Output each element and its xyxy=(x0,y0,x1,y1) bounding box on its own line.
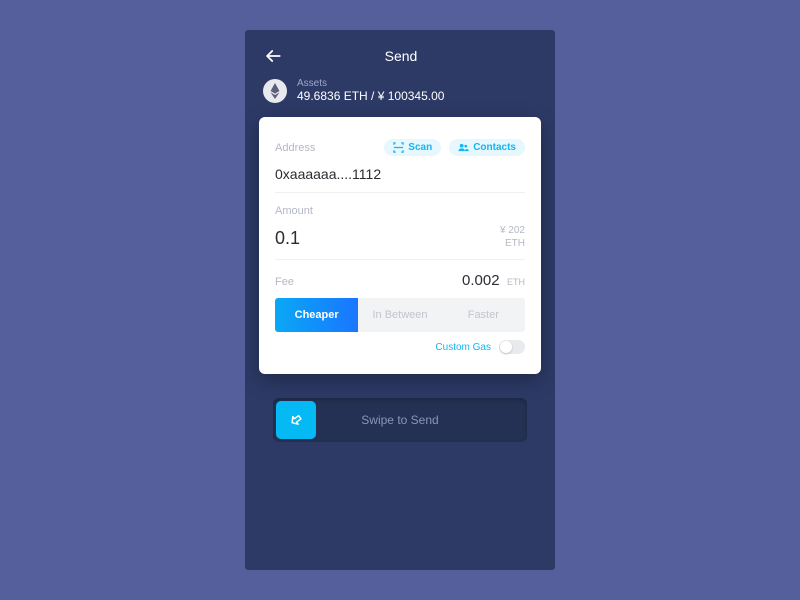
fee-value: 0.002 xyxy=(462,272,500,289)
contacts-icon xyxy=(458,142,469,153)
back-button[interactable] xyxy=(263,46,283,66)
scan-button[interactable]: Scan xyxy=(384,139,441,156)
amount-fiat: ¥ 202 xyxy=(500,225,525,236)
fee-speed-selector: Cheaper In Between Faster xyxy=(275,298,525,332)
address-section: Address Scan Contacts 0xaaaaaa....1112 xyxy=(275,131,525,193)
fee-label: Fee xyxy=(275,276,294,288)
send-screen: Send Assets 49.6836 ETH / ¥ 100345.00 Ad… xyxy=(245,30,555,570)
fee-option-faster[interactable]: Faster xyxy=(442,298,525,332)
page-title: Send xyxy=(289,48,513,64)
fee-section: Fee 0.002 ETH Cheaper In Between Faster … xyxy=(275,260,525,364)
swipe-to-send[interactable]: Swipe to Send xyxy=(273,398,527,442)
contacts-button[interactable]: Contacts xyxy=(449,139,525,156)
assets-value: 49.6836 ETH / ¥ 100345.00 xyxy=(297,89,444,103)
fee-option-inbetween[interactable]: In Between xyxy=(358,298,441,332)
ethereum-icon xyxy=(263,79,287,103)
assets-row: Assets 49.6836 ETH / ¥ 100345.00 xyxy=(245,78,555,117)
custom-gas-label: Custom Gas xyxy=(435,342,491,353)
header: Send xyxy=(245,30,555,78)
amount-label: Amount xyxy=(275,205,313,217)
assets-label: Assets xyxy=(297,78,444,89)
contacts-label: Contacts xyxy=(473,142,516,153)
address-input[interactable]: 0xaaaaaa....1112 xyxy=(275,166,525,182)
fee-option-cheaper[interactable]: Cheaper xyxy=(275,298,358,332)
swipe-label: Swipe to Send xyxy=(273,413,527,427)
amount-section: Amount 0.1 ¥ 202 ETH xyxy=(275,193,525,260)
custom-gas-toggle[interactable] xyxy=(499,340,525,354)
form-card: Address Scan Contacts 0xaaaaaa....1112 A… xyxy=(259,117,541,374)
fee-unit: ETH xyxy=(507,277,525,287)
amount-input[interactable]: 0.1 xyxy=(275,228,300,249)
amount-unit: ETH xyxy=(500,238,525,249)
scan-label: Scan xyxy=(408,142,432,153)
scan-icon xyxy=(393,142,404,153)
address-label: Address xyxy=(275,142,315,154)
